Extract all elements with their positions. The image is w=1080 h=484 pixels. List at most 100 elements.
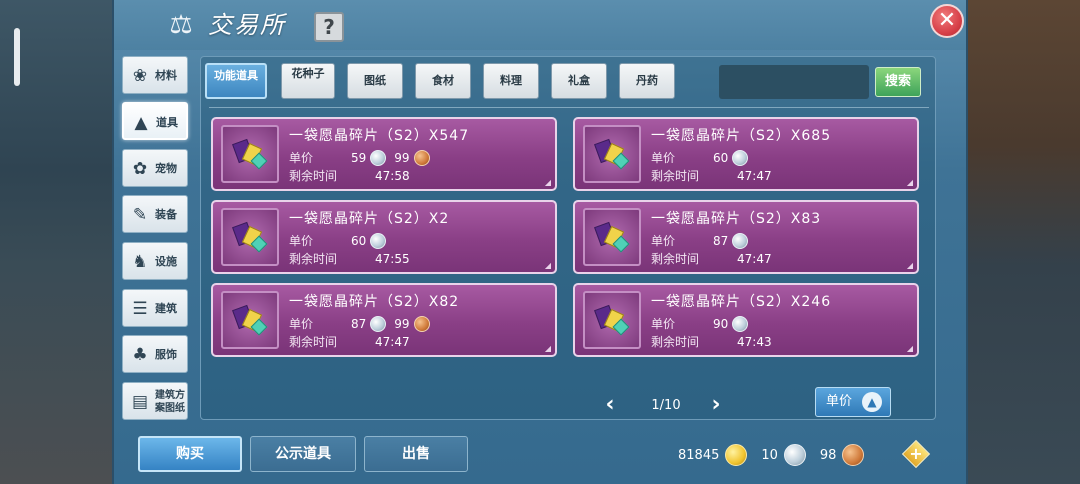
public-items-button[interactable]: 公示道具 — [250, 436, 356, 472]
tab-gift-boxes[interactable]: 礼盒 — [551, 63, 607, 99]
chevron-right-icon: › — [711, 392, 721, 417]
system-scroll-handle[interactable] — [14, 28, 20, 86]
time-label: 剩余时间 — [651, 335, 700, 349]
sidebar-item-label: 材料 — [155, 69, 177, 82]
add-currency-button[interactable]: + — [901, 439, 931, 469]
time-label: 剩余时间 — [289, 335, 338, 349]
tab-label: 料理 — [500, 74, 522, 87]
sidebar-item-label: 设施 — [155, 255, 177, 268]
time-label: 剩余时间 — [289, 169, 338, 183]
listing-card[interactable]: 一袋愿晶碎片（S2）X685 单价 60 剩余时间 47:47 ◢ — [573, 117, 919, 191]
tool-icon: ▲ — [134, 113, 148, 133]
time-label: 剩余时间 — [651, 252, 700, 266]
silver-coin-icon — [370, 233, 387, 249]
pet-paw-icon: ✿ — [132, 159, 148, 179]
sidebar-item-blueprints[interactable]: ▤ 建筑方案图纸 — [122, 382, 188, 420]
chevron-left-icon: ‹ — [605, 392, 615, 417]
close-icon: ✕ — [937, 8, 957, 33]
materials-icon: ❀ — [132, 66, 148, 86]
clothing-icon: ♣ — [132, 345, 148, 365]
sidebar-item-buildings[interactable]: ☰ 建筑 — [122, 289, 188, 327]
price-label: 单价 — [289, 151, 314, 165]
blueprint-icon: ▤ — [131, 392, 149, 412]
copper-coin-icon — [413, 316, 430, 332]
scales-icon: ⚖ — [169, 10, 193, 40]
listing-card[interactable]: 一袋愿晶碎片（S2）X82 单价 87 99 剩余时间 47:47 ◢ — [211, 283, 557, 357]
time-remaining: 47:47 — [375, 335, 410, 349]
copper-coin-icon — [413, 150, 430, 166]
sidebar-item-label: 服饰 — [155, 348, 177, 361]
window-header: ⚖ 交易所 ? ✕ — [114, 0, 966, 50]
crystal-bag-icon — [221, 291, 279, 349]
buy-button[interactable]: 购买 — [138, 436, 242, 472]
silver-amount: 87 — [713, 234, 729, 248]
sidebar-item-facilities[interactable]: ♞ 设施 — [122, 242, 188, 280]
tab-blueprints[interactable]: 图纸 — [347, 63, 403, 99]
next-page-button[interactable]: › — [707, 392, 725, 417]
silver-amount: 59 — [351, 151, 367, 165]
listing-card[interactable]: 一袋愿晶碎片（S2）X83 单价 87 剩余时间 47:47 ◢ — [573, 200, 919, 274]
price-value: 60 — [351, 232, 392, 250]
tab-divider — [209, 107, 929, 108]
tab-cuisine[interactable]: 料理 — [483, 63, 539, 99]
prev-page-button[interactable]: ‹ — [601, 392, 619, 417]
copper-coin-icon — [842, 444, 865, 466]
crystal-bag-icon — [221, 125, 279, 183]
exchange-window: ⚖ 交易所 ? ✕ ❀ 材料 ▲ 道具 ✿ 宠物 ✎ 装备 ♞ 设施 ☰ 建筑 — [112, 0, 968, 484]
silver-coin-icon — [732, 233, 749, 249]
sidebar-item-equipment[interactable]: ✎ 装备 — [122, 195, 188, 233]
sort-label: 单价 — [826, 394, 853, 409]
listing-name: 一袋愿晶碎片（S2）X2 — [289, 211, 450, 227]
tab-label: 丹药 — [636, 74, 658, 87]
search-button[interactable]: 搜索 — [875, 67, 921, 97]
copper-amount: 99 — [394, 317, 410, 331]
tab-elixirs[interactable]: 丹药 — [619, 63, 675, 99]
corner-mark-icon: ◢ — [906, 178, 913, 187]
time-remaining: 47:47 — [737, 252, 772, 266]
crystal-bag-icon — [221, 208, 279, 266]
listing-panel: 功能道具 花种子 图纸 食材 料理 礼盒 丹药 搜索 一袋愿晶碎片（S2）X54… — [200, 56, 936, 420]
price-label: 单价 — [651, 234, 676, 248]
gold-coin-icon — [725, 444, 748, 466]
listing-card[interactable]: 一袋愿晶碎片（S2）X547 单价 59 99 剩余时间 47:58 ◢ — [211, 117, 557, 191]
help-button[interactable]: ? — [314, 12, 344, 42]
silver-balance: 10 — [761, 447, 778, 463]
sidebar-item-pets[interactable]: ✿ 宠物 — [122, 149, 188, 187]
sidebar-item-label: 装备 — [155, 208, 177, 221]
time-remaining: 47:55 — [375, 252, 410, 266]
tab-flower-seeds[interactable]: 花种子 — [281, 63, 335, 99]
silver-amount: 60 — [713, 151, 729, 165]
price-value: 87 99 — [351, 315, 436, 333]
sidebar-item-tools[interactable]: ▲ 道具 — [122, 102, 188, 140]
crystal-bag-icon — [583, 208, 641, 266]
listing-card[interactable]: 一袋愿晶碎片（S2）X2 单价 60 剩余时间 47:55 ◢ — [211, 200, 557, 274]
tab-ingredients[interactable]: 食材 — [415, 63, 471, 99]
listing-name: 一袋愿晶碎片（S2）X246 — [651, 294, 832, 310]
gold-balance: 81845 — [678, 447, 720, 463]
tab-label: 图纸 — [364, 74, 386, 87]
crystal-bag-icon — [583, 291, 641, 349]
tab-label: 食材 — [432, 74, 454, 87]
silver-coin-icon — [370, 150, 387, 166]
price-label: 单价 — [651, 317, 676, 331]
corner-mark-icon: ◢ — [544, 261, 551, 270]
search-input[interactable] — [719, 65, 869, 99]
sort-by-price-button[interactable]: 单价 ▲ — [815, 387, 891, 417]
sell-button[interactable]: 出售 — [364, 436, 468, 472]
listing-name: 一袋愿晶碎片（S2）X82 — [289, 294, 460, 310]
silver-coin-icon — [732, 316, 749, 332]
background-scenery-right — [964, 0, 1080, 484]
tab-label: 花种子 — [291, 67, 325, 80]
listing-name: 一袋愿晶碎片（S2）X685 — [651, 128, 832, 144]
price-value: 87 — [713, 232, 754, 250]
sidebar-item-label: 道具 — [156, 116, 178, 129]
listing-card[interactable]: 一袋愿晶碎片（S2）X246 单价 90 剩余时间 47:43 ◢ — [573, 283, 919, 357]
sidebar-item-materials[interactable]: ❀ 材料 — [122, 56, 188, 94]
sidebar-item-clothing[interactable]: ♣ 服饰 — [122, 335, 188, 373]
tab-functional-items[interactable]: 功能道具 — [205, 63, 267, 99]
crystal-bag-icon — [583, 125, 641, 183]
background-scenery-left — [0, 0, 112, 484]
silver-coin-icon — [370, 316, 387, 332]
silver-amount: 60 — [351, 234, 367, 248]
close-button[interactable]: ✕ — [930, 4, 964, 38]
